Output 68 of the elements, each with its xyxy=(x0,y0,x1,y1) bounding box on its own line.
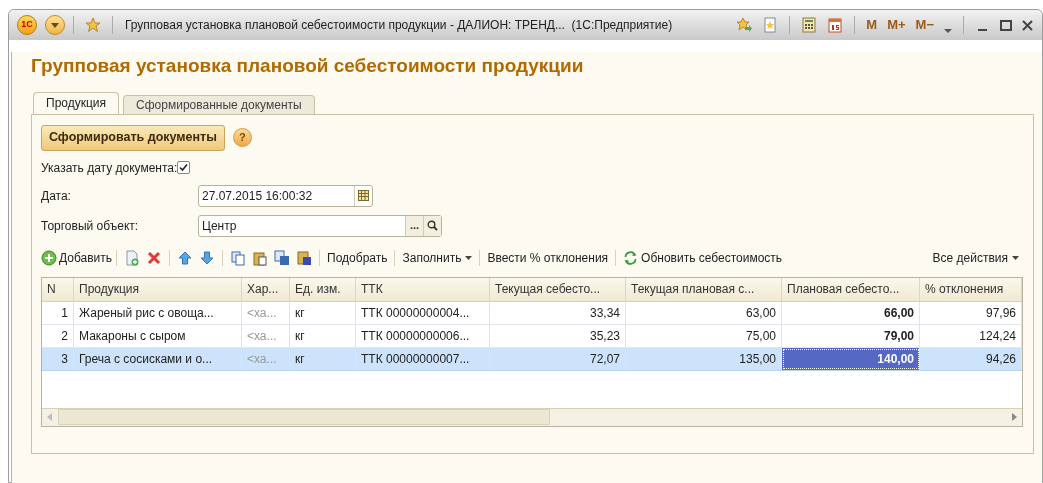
refresh-icon xyxy=(623,250,639,265)
table-cell: <ха... xyxy=(242,324,290,347)
column-header[interactable]: Плановая себесто... xyxy=(782,277,920,301)
all-actions-dropdown[interactable]: Все действия xyxy=(929,248,1022,267)
fill-dropdown[interactable]: Заполнить xyxy=(399,248,476,267)
horizontal-scrollbar[interactable] xyxy=(42,407,1022,426)
column-header[interactable]: Продукция xyxy=(74,277,242,301)
table-cell: 75,00 xyxy=(626,324,782,347)
caret-icon xyxy=(465,255,473,260)
table-row[interactable]: 3 Греча с сосисками и о... <ха... кг ТТК 00000000007... 72,07 135,00 140,00 94,26 xyxy=(42,347,1022,371)
table-cell: кг xyxy=(290,347,356,370)
menu-dropdown-icon[interactable] xyxy=(45,15,65,35)
table-cell: ТТК 00000000007... xyxy=(356,347,490,370)
column-header[interactable]: Текущая плановая с... xyxy=(626,277,782,301)
memory-button[interactable]: M+ xyxy=(884,15,909,35)
table-cell: 97,96 xyxy=(920,301,1022,324)
refresh-cost-button[interactable]: Обновить себестоимость xyxy=(620,248,786,267)
form-title: Групповая установка плановой себестоимости продукции xyxy=(31,54,585,78)
memory-button[interactable]: M− xyxy=(912,15,937,35)
table-cell: Макароны с сыром xyxy=(74,324,242,347)
table-cell: 124,24 xyxy=(920,324,1022,347)
table-cell: кг xyxy=(290,301,356,324)
tab[interactable]: Продукция xyxy=(33,91,120,114)
column-header[interactable]: % отклонения xyxy=(920,277,1022,301)
add-button[interactable]: Добавить xyxy=(41,248,113,267)
column-header[interactable]: N xyxy=(42,277,74,301)
caret-icon xyxy=(1012,255,1019,260)
memory-button[interactable]: M xyxy=(863,15,881,35)
search-icon[interactable] xyxy=(423,215,441,236)
table-cell: 3 xyxy=(42,347,74,370)
table-cell: 94,26 xyxy=(920,347,1022,370)
column-header[interactable]: ТТК xyxy=(356,277,490,301)
column-header[interactable]: Ед. изм. xyxy=(290,277,356,301)
checkbox[interactable] xyxy=(177,161,191,174)
table-cell: ТТК 00000000006... xyxy=(356,324,490,347)
table-cell: 33,34 xyxy=(490,301,626,324)
table-row[interactable]: 2 Макароны с сыром <ха... кг ТТК 00000000006... 35,23 75,00 79,00 124,24 xyxy=(42,324,1022,348)
field-label: Дата: xyxy=(41,187,72,205)
table-cell: 63,00 xyxy=(626,301,782,324)
table-cell: 35,23 xyxy=(490,324,626,347)
help-button[interactable]: ? xyxy=(232,128,252,147)
table-cell: 79,00 xyxy=(782,324,920,347)
table-cell: кг xyxy=(290,324,356,347)
table-cell: <ха... xyxy=(242,347,290,370)
table-row[interactable]: 1 Жареный рис с овоща... <ха... кг ТТК 00000000004... 33,34 63,00 66,00 97,96 xyxy=(42,301,1022,325)
generate-documents-button[interactable]: Сформировать документы xyxy=(41,124,225,151)
deviation-button[interactable]: Ввести % отклонения xyxy=(484,248,612,267)
table-cell: 1 xyxy=(42,301,74,324)
table-cell: <ха... xyxy=(242,301,290,324)
field-label: Торговый объект: xyxy=(41,217,140,235)
column-header[interactable]: Хар... xyxy=(242,277,290,301)
table-cell: 72,07 xyxy=(490,347,626,370)
tab[interactable]: Сформированные документы xyxy=(123,94,315,114)
outlet-field[interactable]: Центр ... xyxy=(198,214,442,237)
field-label: Указать дату документа: xyxy=(41,159,178,177)
column-header[interactable]: Текущая себесто... xyxy=(490,277,626,301)
table-cell: ТТК 00000000004... xyxy=(356,301,490,324)
table-cell: Жареный рис с овоща... xyxy=(74,301,242,324)
window-title: Групповая установка плановой себестоимости продукции - ДАЛИОН: ТРЕНД... (1С:Предприятие) xyxy=(125,17,673,34)
table-cell: 2 xyxy=(42,324,74,347)
plus-icon xyxy=(41,249,57,266)
pick-button[interactable]: Подобрать xyxy=(324,248,391,267)
table-cell: 66,00 xyxy=(782,301,920,324)
date-field[interactable]: 27.07.2015 16:00:32 xyxy=(198,184,373,207)
calendar-icon[interactable] xyxy=(354,185,372,206)
table-cell: Греча с сосисками и о... xyxy=(74,347,242,370)
table-cell: 140,00 xyxy=(782,347,920,370)
choose-button[interactable]: ... xyxy=(405,215,423,236)
